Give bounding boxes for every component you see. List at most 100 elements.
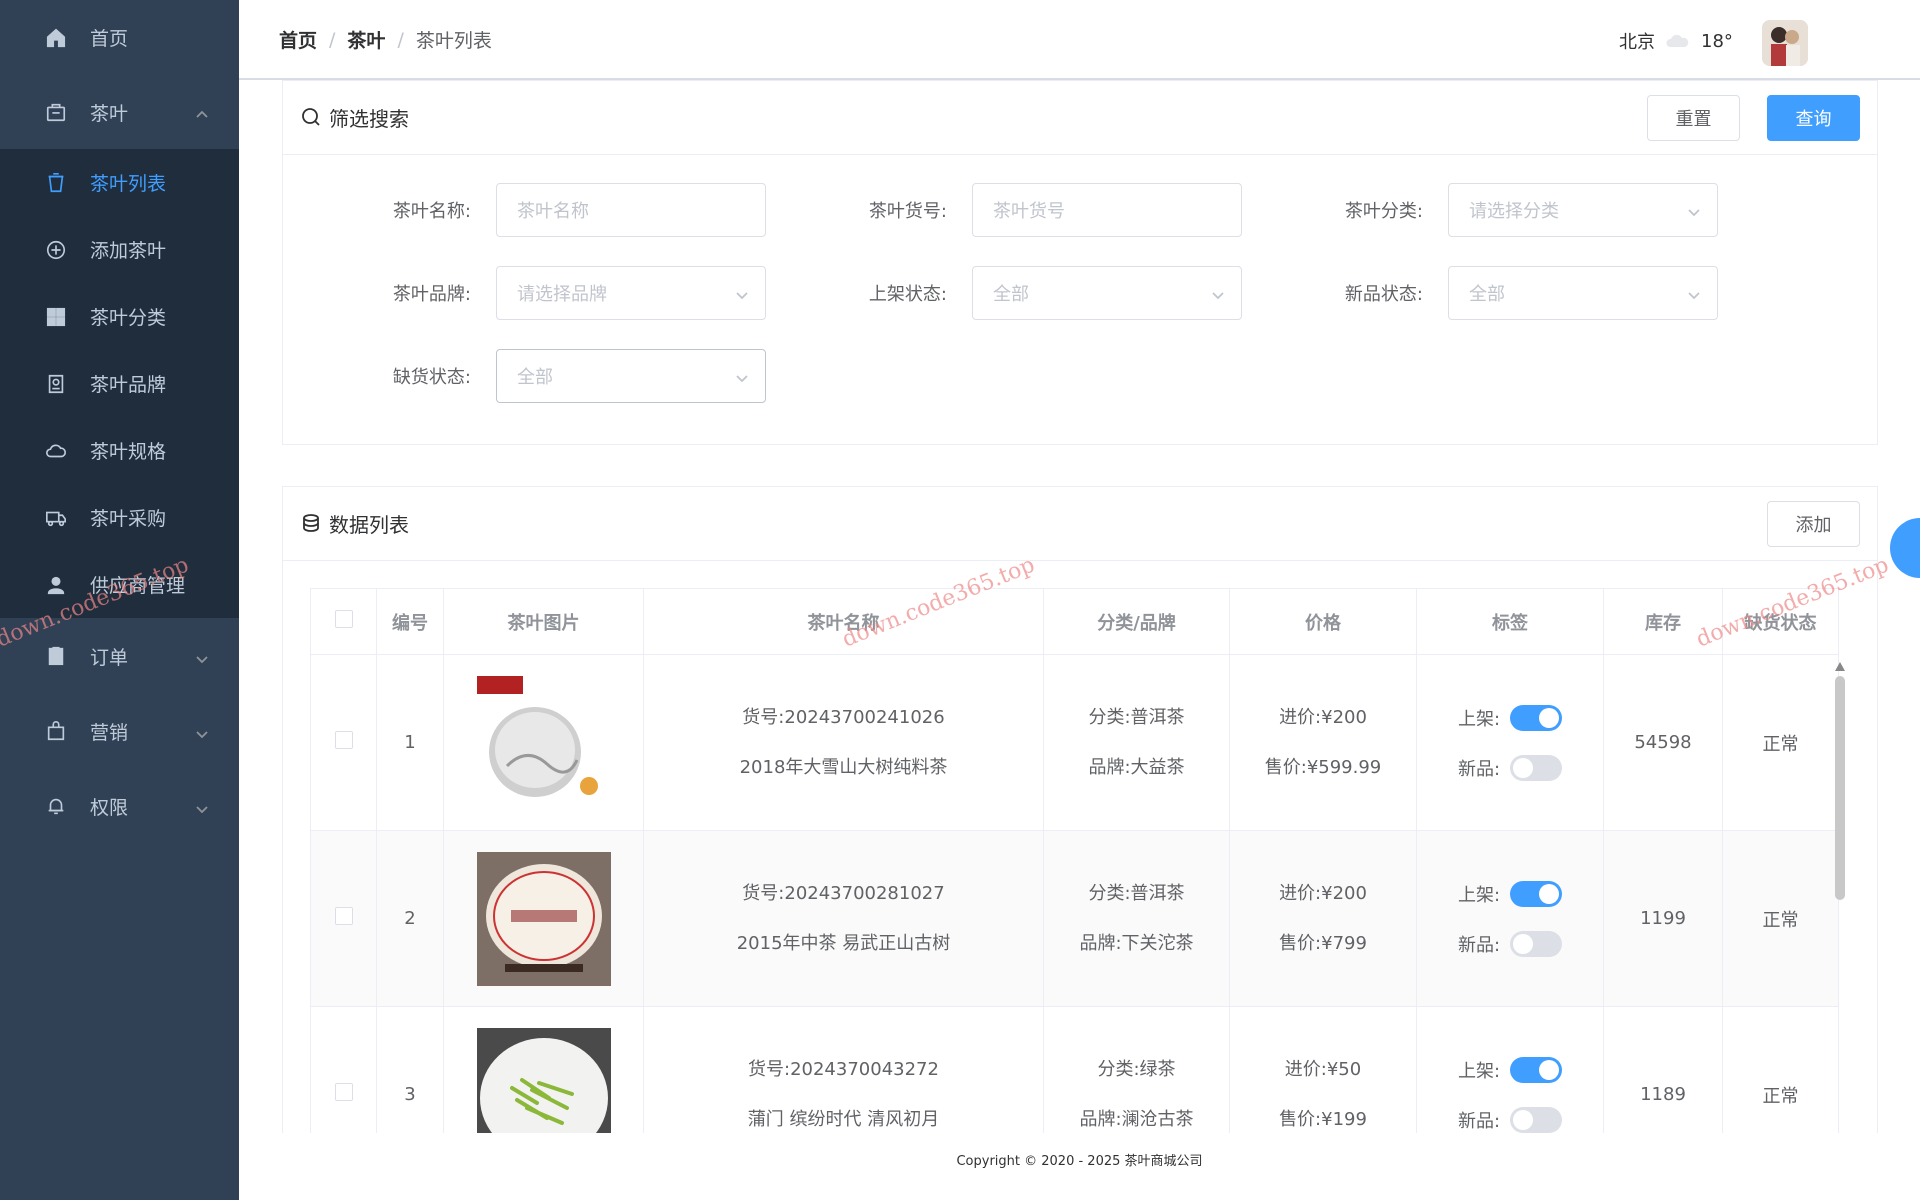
- sidebar-item-add-tea[interactable]: 添加茶叶: [0, 216, 239, 283]
- row-category: 分类:绿茶: [1097, 1058, 1176, 1080]
- sidebar-item-tea-purchase[interactable]: 茶叶采购: [0, 484, 239, 551]
- tea-sku-input[interactable]: 茶叶货号: [972, 183, 1242, 237]
- new-switch[interactable]: [1510, 754, 1563, 781]
- row-checkbox[interactable]: [334, 731, 353, 749]
- sidebar-item-tea-list[interactable]: 茶叶列表: [0, 149, 239, 216]
- breadcrumb-separator: /: [397, 28, 404, 51]
- search-icon: [301, 107, 323, 129]
- breadcrumb-home[interactable]: 首页: [279, 26, 317, 53]
- publish-switch[interactable]: [1510, 704, 1563, 731]
- stock-status-select[interactable]: 全部: [496, 349, 766, 403]
- row-category: 分类:普洱茶: [1088, 882, 1185, 904]
- sidebar-item-label: 营销: [90, 721, 129, 744]
- row-brand: 品牌:大益茶: [1088, 756, 1185, 778]
- publish-switch[interactable]: [1510, 1056, 1563, 1083]
- user-icon: [44, 573, 68, 597]
- row-image-cell: [443, 654, 644, 831]
- sidebar-item-tea-category[interactable]: 茶叶分类: [0, 283, 239, 350]
- avatar[interactable]: [1762, 20, 1808, 66]
- truck-icon: [44, 506, 68, 530]
- row-checkbox[interactable]: [334, 1083, 353, 1101]
- sidebar-item-label: 订单: [90, 646, 129, 669]
- scroll-up-arrow-icon[interactable]: [1835, 662, 1845, 671]
- row-select-cell: [310, 654, 377, 831]
- publish-status-select[interactable]: 全部: [972, 266, 1242, 320]
- sidebar-item-home[interactable]: 首页: [0, 0, 239, 75]
- row-name: 2015年中茶 易武正山古树: [736, 932, 951, 954]
- field-label-stock: 缺货状态:: [392, 367, 471, 388]
- weather-temperature: 18°: [1701, 30, 1733, 52]
- column-header: 茶叶名称: [643, 588, 1044, 655]
- row-price-cell: 进价:¥200 售价:¥799: [1229, 830, 1417, 1007]
- row-name-cell: 货号:20243700241026 2018年大雪山大树纯料茶: [643, 654, 1044, 831]
- publish-status-value: 全部: [993, 284, 1029, 305]
- clipboard-icon: [44, 644, 68, 668]
- new-label: 新品:: [1457, 758, 1501, 780]
- table-scrollbar[interactable]: [1834, 662, 1846, 902]
- table-header-row: 编号 茶叶图片 茶叶名称 分类/品牌 价格 标签 库存 缺货状态: [310, 588, 1839, 655]
- field-label-name: 茶叶名称:: [392, 201, 471, 222]
- tea-name-input[interactable]: 茶叶名称: [496, 183, 766, 237]
- publish-label: 上架:: [1457, 708, 1501, 730]
- plus-circle-icon: [44, 238, 68, 262]
- breadcrumb: 首页 / 茶叶 / 茶叶列表: [279, 26, 492, 53]
- publish-switch[interactable]: [1510, 880, 1563, 907]
- new-status-select[interactable]: 全部: [1448, 266, 1718, 320]
- field-label-category: 茶叶分类:: [1344, 201, 1423, 222]
- chevron-down-icon: [195, 724, 209, 739]
- sidebar-item-label: 首页: [90, 28, 129, 50]
- row-price: 售价:¥799: [1279, 932, 1367, 954]
- table-row: 1 货号:20243700241026 2018年大雪山大树纯料茶 分类:普洱茶…: [310, 654, 1839, 831]
- filter-card-header: 筛选搜索: [283, 81, 1877, 155]
- filter-title: 筛选搜索: [329, 107, 409, 131]
- row-stock: 1199: [1603, 830, 1723, 1007]
- tea-name-placeholder: 茶叶名称: [517, 201, 589, 222]
- breadcrumb-current: 茶叶列表: [415, 30, 492, 52]
- sidebar-item-label: 添加茶叶: [90, 240, 167, 262]
- sidebar-item-tea[interactable]: 茶叶: [0, 75, 239, 149]
- database-icon: [301, 513, 323, 535]
- tea-cake-image[interactable]: [476, 851, 611, 986]
- tea-cake-image[interactable]: [476, 675, 611, 810]
- chevron-down-icon: [735, 286, 749, 300]
- new-switch[interactable]: [1510, 1106, 1563, 1133]
- cloud-icon: [1665, 33, 1691, 49]
- scrollbar-thumb[interactable]: [1835, 676, 1845, 900]
- row-tag-cell: 上架: 新品:: [1416, 830, 1604, 1007]
- sidebar-item-tea-brand[interactable]: 茶叶品牌: [0, 350, 239, 417]
- floating-action-button[interactable]: [1890, 518, 1920, 578]
- new-switch[interactable]: [1510, 930, 1563, 957]
- row-cost: 进价:¥50: [1284, 1058, 1362, 1080]
- row-id: 2: [376, 830, 444, 1007]
- row-status: 正常: [1722, 654, 1839, 831]
- row-sku: 货号:20243700241026: [742, 706, 945, 728]
- row-brand: 品牌:下关沱茶: [1079, 932, 1194, 954]
- column-header: 价格: [1229, 588, 1417, 655]
- row-name-cell: 货号:20243700281027 2015年中茶 易武正山古树: [643, 830, 1044, 1007]
- cloud-icon: [44, 439, 68, 463]
- tea-submenu: 茶叶列表 添加茶叶 茶叶分类 茶叶品牌 茶叶规格 茶叶采购 供应商管理: [0, 149, 239, 618]
- row-status: 正常: [1722, 830, 1839, 1007]
- reset-button[interactable]: 重置: [1647, 95, 1740, 141]
- row-checkbox[interactable]: [334, 907, 353, 925]
- data-list-title: 数据列表: [329, 513, 409, 537]
- chevron-down-icon: [195, 799, 209, 814]
- row-category-cell: 分类:普洱茶 品牌:大益茶: [1043, 654, 1230, 831]
- category-select[interactable]: 请选择分类: [1448, 183, 1718, 237]
- row-category: 分类:普洱茶: [1088, 706, 1185, 728]
- breadcrumb-tea[interactable]: 茶叶: [347, 26, 385, 53]
- sidebar-item-permission[interactable]: 权限: [0, 768, 239, 844]
- add-button[interactable]: 添加: [1767, 501, 1860, 547]
- category-placeholder: 请选择分类: [1469, 201, 1559, 222]
- sidebar-item-label: 茶叶规格: [90, 441, 167, 463]
- query-button[interactable]: 查询: [1767, 95, 1860, 141]
- brand-select[interactable]: 请选择品牌: [496, 266, 766, 320]
- select-all-cell: [310, 588, 377, 655]
- sidebar-item-label: 茶叶分类: [90, 307, 167, 329]
- field-label-sku: 茶叶货号:: [868, 201, 947, 222]
- sidebar-item-marketing[interactable]: 营销: [0, 694, 239, 768]
- select-all-checkbox[interactable]: [334, 610, 353, 628]
- sidebar-item-tea-spec[interactable]: 茶叶规格: [0, 417, 239, 484]
- sidebar-item-label: 权限: [90, 796, 129, 819]
- field-label-publish: 上架状态:: [868, 284, 947, 305]
